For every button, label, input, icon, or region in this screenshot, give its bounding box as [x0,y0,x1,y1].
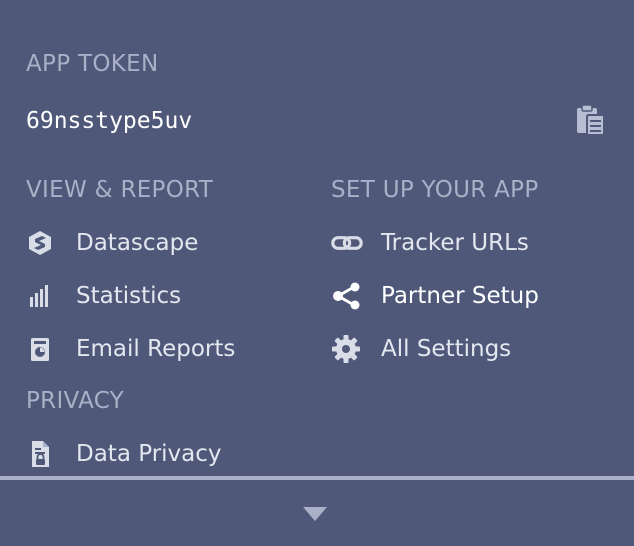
menu-item-label: Partner Setup [381,282,539,309]
app-token-value: 69nsstype5uv [26,108,193,134]
gear-icon [331,333,363,365]
setup-heading: SET UP YOUR APP [331,177,539,203]
bar-chart-icon [26,280,58,312]
menu-item-tracker-urls[interactable]: Tracker URLs [331,226,529,260]
menu-item-label: Tracker URLs [381,229,529,256]
chevron-down-icon [303,507,327,521]
menu-item-datascape[interactable]: Datascape [26,226,198,260]
menu-item-data-privacy[interactable]: Data Privacy [26,437,222,471]
menu-item-email-reports[interactable]: Email Reports [26,332,235,366]
menu-item-partner-setup[interactable]: Partner Setup [331,279,539,313]
menu-item-statistics[interactable]: Statistics [26,279,181,313]
menu-item-label: Datascape [76,229,199,256]
menu-item-label: Statistics [76,282,182,309]
link-icon [331,227,363,259]
document-lock-icon [26,438,58,470]
app-token-heading: APP TOKEN [26,51,159,77]
datascape-icon [26,227,58,259]
menu-item-label: Email Reports [76,335,236,362]
email-report-icon [26,333,58,365]
menu-item-label: All Settings [381,335,512,362]
expand-menu-button[interactable] [301,503,329,525]
clipboard-icon [577,104,605,136]
copy-token-button[interactable] [576,104,606,136]
app-menu-panel: APP TOKEN 69nsstype5uv VIEW & REPORT Dat… [0,0,634,546]
footer-divider [0,476,634,480]
menu-item-label: Data Privacy [76,440,222,467]
menu-item-all-settings[interactable]: All Settings [331,332,511,366]
view-report-heading: VIEW & REPORT [26,177,214,203]
share-icon [331,280,363,312]
privacy-heading: PRIVACY [26,388,125,414]
